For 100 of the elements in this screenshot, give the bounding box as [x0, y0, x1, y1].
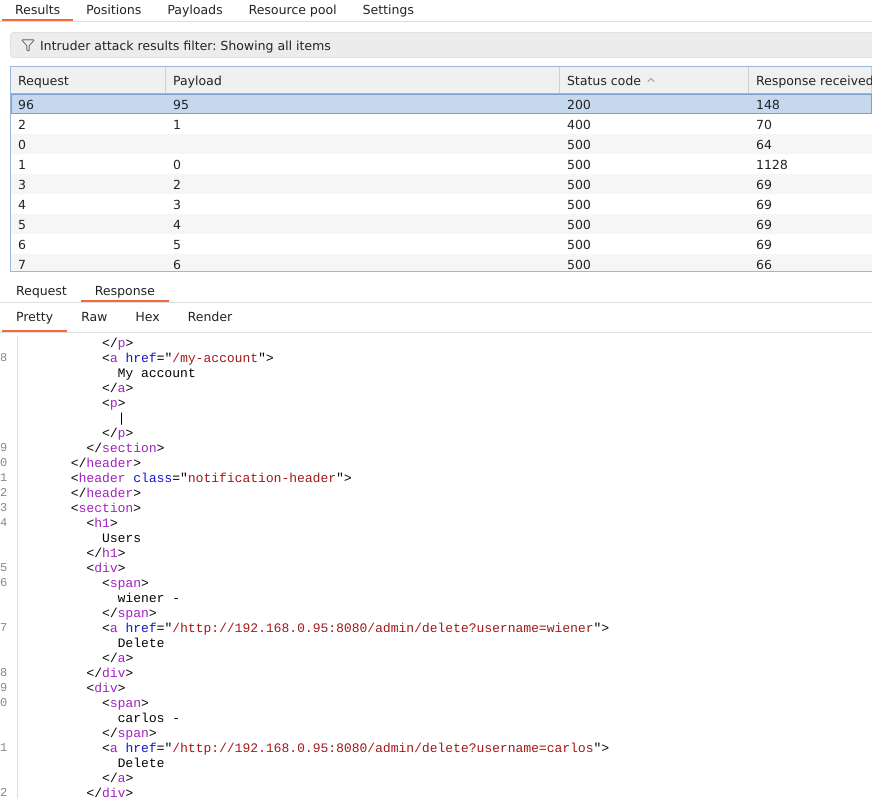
line-number: 3	[0, 501, 8, 515]
line-number: 0	[0, 456, 8, 470]
code-line: </a>	[101, 771, 134, 786]
table-cell: 500	[567, 256, 591, 271]
line-number: 7	[0, 621, 8, 635]
tab[interactable]: Positions	[73, 0, 154, 21]
code-line: <span>	[101, 696, 149, 711]
table-row[interactable]: 7 6 500 66	[11, 254, 872, 271]
table-cell: 1	[173, 116, 181, 132]
table-row[interactable]: 0 500 64	[11, 134, 872, 154]
line-number: 6	[0, 576, 8, 590]
line-number: 9	[0, 441, 8, 455]
code-line: Users	[101, 531, 142, 546]
code-line: </div>	[85, 786, 134, 799]
table-cell: 96	[18, 96, 34, 112]
tab[interactable]: Settings	[350, 0, 427, 21]
table-cell: 5	[18, 216, 26, 232]
line-number: 4	[0, 516, 8, 530]
code-line: <div>	[85, 681, 126, 696]
table-cell: 2	[173, 176, 181, 192]
table-cell: 7	[18, 256, 26, 271]
tab[interactable]: Hex	[121, 303, 174, 332]
table-cell: 6	[173, 256, 181, 271]
tab[interactable]: Request	[2, 280, 81, 302]
code-line: </header>	[70, 486, 142, 501]
code-line: </section>	[85, 441, 164, 456]
code-line: <a href="/http://192.168.0.95:8080/admin/delete?username=wiener">	[101, 621, 610, 636]
table-cell: 2	[18, 116, 26, 132]
table-cell: 3	[173, 196, 181, 212]
code-line: </div>	[85, 666, 134, 681]
table-cell: 69	[756, 236, 772, 252]
line-number: 5	[0, 561, 8, 575]
table-cell: 500	[567, 236, 591, 252]
filter-icon	[21, 38, 35, 52]
filter-text: Intruder attack results filter: Showing all items	[40, 38, 331, 52]
table-cell: 3	[18, 176, 26, 192]
line-number: 1	[0, 471, 8, 485]
code-line: <p>	[101, 396, 126, 411]
code-line: </span>	[101, 726, 157, 741]
table-cell: 66	[756, 256, 772, 271]
table-row[interactable]: 3 2 500 69	[11, 174, 872, 194]
table-cell: 70	[756, 116, 772, 132]
table-row[interactable]: 96 95 200 148	[11, 94, 872, 114]
table-cell: 500	[567, 216, 591, 232]
line-number: 0	[0, 696, 8, 710]
code-line: <header class="notification-header">	[70, 471, 352, 486]
code-line: Delete	[117, 756, 164, 771]
table-cell: 1	[18, 156, 26, 172]
code-line: </p>	[101, 426, 134, 441]
table-cell: 148	[756, 96, 780, 112]
tab[interactable]: Payloads	[154, 0, 236, 21]
code-line: </a>	[101, 381, 134, 396]
line-number: 9	[0, 681, 8, 695]
table-cell: 5	[173, 236, 181, 252]
filter-bar[interactable]: Intruder attack results filter: Showing all items	[10, 32, 872, 58]
code-line: My account	[117, 366, 196, 381]
tab[interactable]: Results	[2, 0, 74, 21]
code-line: <h1>	[85, 516, 118, 531]
table-row[interactable]: 5 4 500 69	[11, 214, 872, 234]
line-number: 2	[0, 786, 8, 799]
code-line: <a href="/http://192.168.0.95:8080/admin/delete?username=carlos">	[101, 741, 610, 756]
table-cell: 4	[18, 196, 26, 212]
table-cell: 69	[756, 216, 772, 232]
table-cell: 500	[567, 196, 591, 212]
tab[interactable]: Render	[174, 303, 246, 332]
table-cell: 0	[173, 156, 181, 172]
code-line: <span>	[101, 576, 149, 591]
code-line: </a>	[101, 651, 134, 666]
line-number: 8	[0, 351, 8, 365]
table-cell: 69	[756, 196, 772, 212]
code-line: carlos -	[117, 711, 180, 726]
code-line: <a href="/my-account">	[101, 351, 274, 366]
code-line: |	[117, 411, 126, 426]
table-cell: 500	[567, 156, 591, 172]
table-cell: 64	[756, 136, 772, 152]
code-line: </span>	[101, 606, 157, 621]
table-cell: 95	[173, 96, 189, 112]
column-header[interactable]: Status code	[560, 67, 749, 93]
code-line: </h1>	[85, 546, 126, 561]
code-line: </p>	[101, 336, 134, 351]
table-cell: 6	[18, 236, 26, 252]
code-line: Delete	[117, 636, 164, 651]
table-cell: 69	[756, 176, 772, 192]
column-header[interactable]: Payload	[166, 67, 560, 93]
column-header[interactable]: Request	[11, 67, 166, 93]
tab[interactable]: Pretty	[2, 303, 68, 332]
table-cell: 0	[18, 136, 26, 152]
code-line: wiener -	[117, 591, 180, 606]
code-line: <div>	[85, 561, 126, 576]
table-cell: 1128	[756, 156, 788, 172]
line-number: 1	[0, 741, 8, 755]
table-cell: 400	[567, 116, 591, 132]
table-cell: 200	[567, 96, 591, 112]
tab[interactable]: Response	[80, 280, 169, 302]
tab[interactable]: Resource pool	[236, 0, 350, 21]
table-cell: 500	[567, 136, 591, 152]
tab[interactable]: Raw	[67, 303, 122, 332]
line-number: 2	[0, 486, 8, 500]
code-line: </header>	[70, 456, 142, 471]
table-cell: 500	[567, 176, 591, 192]
